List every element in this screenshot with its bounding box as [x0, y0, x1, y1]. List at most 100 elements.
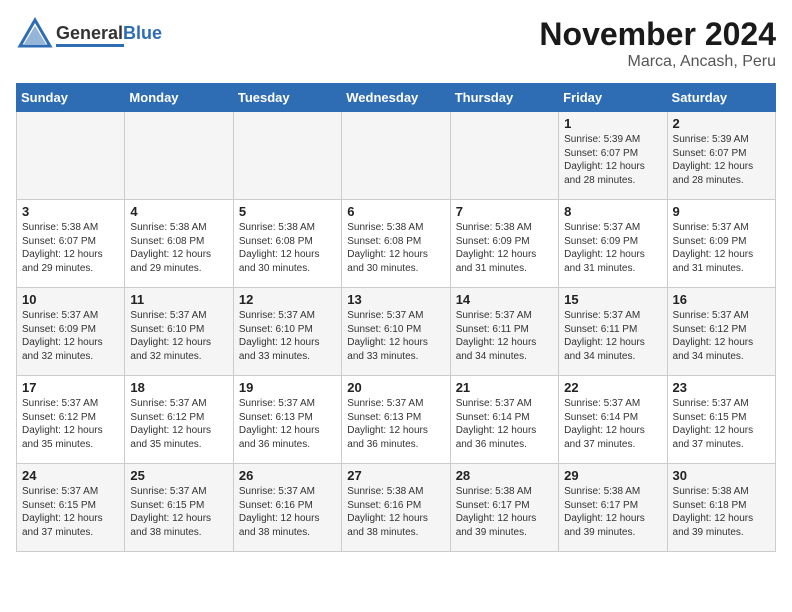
day-number: 20: [347, 380, 444, 395]
calendar-dow-tuesday: Tuesday: [233, 84, 341, 112]
day-number: 8: [564, 204, 661, 219]
cell-info: Sunrise: 5:38 AM: [239, 221, 336, 235]
day-number: 5: [239, 204, 336, 219]
day-number: 16: [673, 292, 770, 307]
cell-info: Sunset: 6:14 PM: [564, 411, 661, 425]
calendar-week-4: 17Sunrise: 5:37 AMSunset: 6:12 PMDayligh…: [17, 376, 776, 464]
calendar-cell: 9Sunrise: 5:37 AMSunset: 6:09 PMDaylight…: [667, 200, 775, 288]
calendar-cell: 21Sunrise: 5:37 AMSunset: 6:14 PMDayligh…: [450, 376, 558, 464]
calendar-cell: 8Sunrise: 5:37 AMSunset: 6:09 PMDaylight…: [559, 200, 667, 288]
cell-info: Sunrise: 5:37 AM: [239, 309, 336, 323]
logo-icon: [16, 16, 54, 54]
calendar-cell: 27Sunrise: 5:38 AMSunset: 6:16 PMDayligh…: [342, 464, 450, 552]
cell-info: Daylight: 12 hours and 30 minutes.: [347, 248, 444, 275]
cell-info: Daylight: 12 hours and 30 minutes.: [239, 248, 336, 275]
day-number: 26: [239, 468, 336, 483]
calendar-week-2: 3Sunrise: 5:38 AMSunset: 6:07 PMDaylight…: [17, 200, 776, 288]
calendar-cell: 25Sunrise: 5:37 AMSunset: 6:15 PMDayligh…: [125, 464, 233, 552]
cell-info: Daylight: 12 hours and 38 minutes.: [130, 512, 227, 539]
cell-info: Daylight: 12 hours and 34 minutes.: [564, 336, 661, 363]
calendar-cell: 29Sunrise: 5:38 AMSunset: 6:17 PMDayligh…: [559, 464, 667, 552]
calendar-cell: 12 Sunrise: 5:37 AMSunset: 6:10 PMDayligh…: [233, 288, 341, 376]
cell-info: Sunrise: 5:39 AM: [673, 133, 770, 147]
calendar-dow-sunday: Sunday: [17, 84, 125, 112]
day-number: 10: [22, 292, 119, 307]
cell-info: Sunset: 6:11 PM: [456, 323, 553, 337]
cell-info: Sunrise: 5:37 AM: [456, 397, 553, 411]
day-number: 21: [456, 380, 553, 395]
cell-info: Sunrise: 5:37 AM: [239, 485, 336, 499]
calendar-dow-thursday: Thursday: [450, 84, 558, 112]
cell-info: Sunrise: 5:37 AM: [564, 309, 661, 323]
cell-info: Sunrise: 5:38 AM: [347, 485, 444, 499]
cell-info: Sunrise: 5:38 AM: [456, 485, 553, 499]
day-number: 22: [564, 380, 661, 395]
cell-info: Sunrise: 5:38 AM: [564, 485, 661, 499]
cell-info: Sunset: 6:12 PM: [130, 411, 227, 425]
cell-info: Daylight: 12 hours and 32 minutes.: [22, 336, 119, 363]
day-number: 18: [130, 380, 227, 395]
cell-info: Sunrise: 5:37 AM: [22, 485, 119, 499]
calendar-cell: 5Sunrise: 5:38 AMSunset: 6:08 PMDaylight…: [233, 200, 341, 288]
calendar-cell: 4Sunrise: 5:38 AMSunset: 6:08 PMDaylight…: [125, 200, 233, 288]
cell-info: Sunset: 6:09 PM: [564, 235, 661, 249]
cell-info: Daylight: 12 hours and 33 minutes.: [239, 336, 336, 363]
day-number: 24: [22, 468, 119, 483]
cell-info: Sunset: 6:15 PM: [130, 499, 227, 513]
logo-general: General: [56, 23, 123, 43]
cell-info: Daylight: 12 hours and 39 minutes.: [673, 512, 770, 539]
cell-info: Daylight: 12 hours and 35 minutes.: [22, 424, 119, 451]
calendar-cell: 24Sunrise: 5:37 AMSunset: 6:15 PMDayligh…: [17, 464, 125, 552]
page-header: GeneralBlue November 2024 Marca, Ancash,…: [16, 16, 776, 71]
calendar-cell: [125, 112, 233, 200]
cell-info: Sunset: 6:08 PM: [347, 235, 444, 249]
calendar-cell: 18Sunrise: 5:37 AMSunset: 6:12 PMDayligh…: [125, 376, 233, 464]
calendar-cell: 20Sunrise: 5:37 AMSunset: 6:13 PMDayligh…: [342, 376, 450, 464]
calendar-cell: 28Sunrise: 5:38 AMSunset: 6:17 PMDayligh…: [450, 464, 558, 552]
calendar-cell: 2Sunrise: 5:39 AMSunset: 6:07 PMDaylight…: [667, 112, 775, 200]
cell-info: Daylight: 12 hours and 33 minutes.: [347, 336, 444, 363]
calendar-cell: 11Sunrise: 5:37 AMSunset: 6:10 PMDayligh…: [125, 288, 233, 376]
day-number: 13: [347, 292, 444, 307]
cell-info: Daylight: 12 hours and 38 minutes.: [239, 512, 336, 539]
calendar-cell: 14Sunrise: 5:37 AMSunset: 6:11 PMDayligh…: [450, 288, 558, 376]
calendar-dow-wednesday: Wednesday: [342, 84, 450, 112]
cell-info: Sunrise: 5:38 AM: [456, 221, 553, 235]
cell-info: Sunrise: 5:37 AM: [130, 309, 227, 323]
calendar-cell: 19Sunrise: 5:37 AMSunset: 6:13 PMDayligh…: [233, 376, 341, 464]
cell-info: Daylight: 12 hours and 37 minutes.: [673, 424, 770, 451]
calendar-cell: 22 Sunrise: 5:37 AMSunset: 6:14 PMDayligh…: [559, 376, 667, 464]
logo: GeneralBlue: [16, 16, 162, 54]
calendar-cell: 1Sunrise: 5:39 AMSunset: 6:07 PMDaylight…: [559, 112, 667, 200]
cell-info: Daylight: 12 hours and 34 minutes.: [456, 336, 553, 363]
cell-info: Daylight: 12 hours and 32 minutes.: [130, 336, 227, 363]
calendar-cell: [450, 112, 558, 200]
calendar-cell: 13Sunrise: 5:37 AMSunset: 6:10 PMDayligh…: [342, 288, 450, 376]
day-number: 12: [239, 292, 336, 307]
calendar-cell: 30Sunrise: 5:38 AMSunset: 6:18 PMDayligh…: [667, 464, 775, 552]
cell-info: Sunset: 6:10 PM: [239, 323, 336, 337]
cell-info: Daylight: 12 hours and 34 minutes.: [673, 336, 770, 363]
cell-info: Daylight: 12 hours and 35 minutes.: [130, 424, 227, 451]
cell-info: Sunset: 6:16 PM: [239, 499, 336, 513]
cell-info: Sunset: 6:15 PM: [22, 499, 119, 513]
cell-info: Sunset: 6:13 PM: [239, 411, 336, 425]
cell-info: Daylight: 12 hours and 28 minutes.: [673, 160, 770, 187]
cell-info: Daylight: 12 hours and 37 minutes.: [564, 424, 661, 451]
cell-info: Sunrise: 5:37 AM: [347, 397, 444, 411]
cell-info: Daylight: 12 hours and 31 minutes.: [673, 248, 770, 275]
calendar-dow-monday: Monday: [125, 84, 233, 112]
cell-info: Daylight: 12 hours and 29 minutes.: [22, 248, 119, 275]
cell-info: Sunrise: 5:37 AM: [22, 309, 119, 323]
cell-info: Sunrise: 5:37 AM: [456, 309, 553, 323]
cell-info: Sunrise: 5:37 AM: [22, 397, 119, 411]
cell-info: Sunset: 6:17 PM: [456, 499, 553, 513]
cell-info: Daylight: 12 hours and 28 minutes.: [564, 160, 661, 187]
day-number: 3: [22, 204, 119, 219]
cell-info: Sunset: 6:14 PM: [456, 411, 553, 425]
calendar-week-5: 24Sunrise: 5:37 AMSunset: 6:15 PMDayligh…: [17, 464, 776, 552]
day-number: 30: [673, 468, 770, 483]
cell-info: Sunrise: 5:37 AM: [673, 309, 770, 323]
day-number: 2: [673, 116, 770, 131]
cell-info: Sunrise: 5:37 AM: [564, 397, 661, 411]
